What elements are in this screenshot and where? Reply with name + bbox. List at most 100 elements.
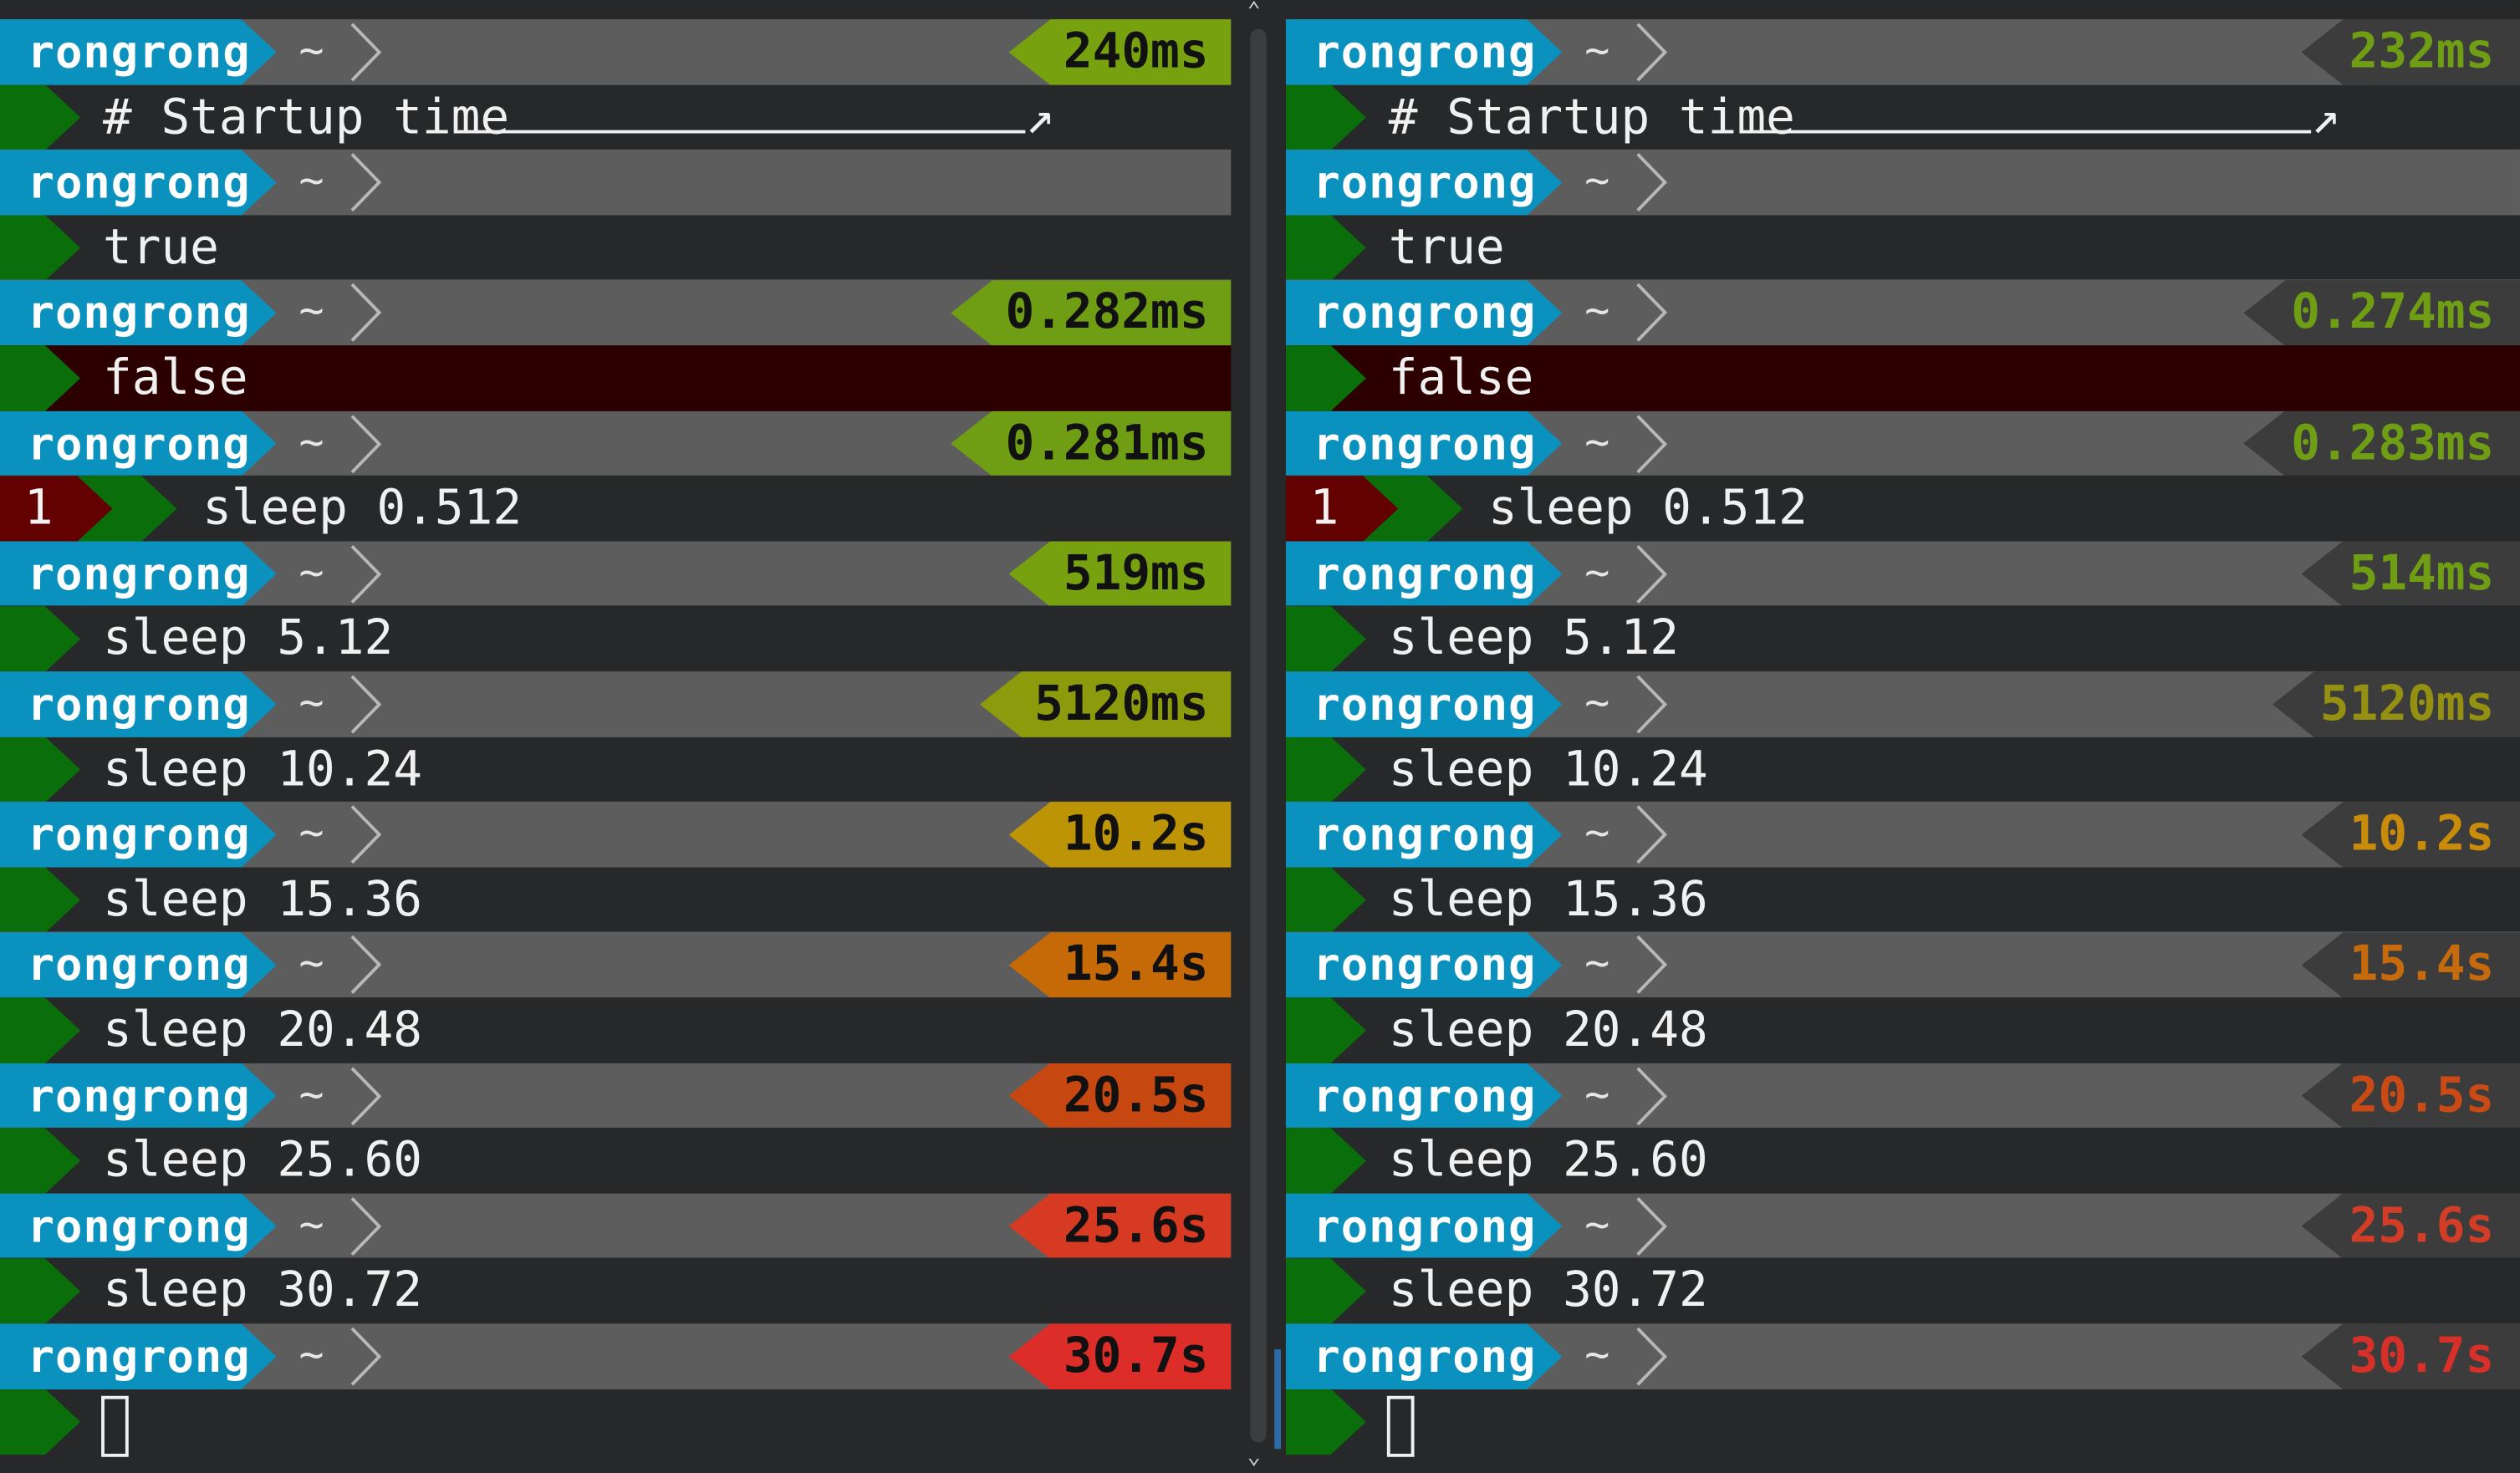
command-line: 1 sleep 0.512 [0,476,1232,542]
chevron-right-icon [1636,1327,1668,1386]
chevron-right-icon [350,935,382,995]
chevron-right-icon [1636,1196,1668,1256]
chevron-right-icon [350,805,382,864]
username: rongrong [27,1329,251,1384]
current-directory: ~ [1584,1331,1610,1380]
scroll-down-icon[interactable]: ⌄ [1247,1445,1261,1468]
current-directory: ~ [1584,418,1610,467]
terminal-pane-right[interactable]: rongrong ~232ms # Startup time ↗ rongrong ~ tr… [1285,19,2520,1473]
prompt-line: rongrong ~ [1285,150,2520,216]
command-text: # Startup time [103,89,510,146]
prompt-arrow-icon [0,736,81,803]
scroll-up-icon[interactable]: ⌃ [1247,0,1261,23]
chevron-right-icon [350,153,382,212]
current-directory: ~ [298,27,324,76]
command-line: sleep 15.36 [1285,867,2520,933]
prompt-line: rongrong ~20.5s [0,1063,1232,1129]
prompt-line: rongrong ~25.6s [1285,1193,2520,1260]
prompt-line: rongrong ~0.274ms [1285,280,2520,346]
chevron-right-icon [1636,675,1668,734]
command-text: sleep 30.72 [103,1263,422,1320]
prompt-line: rongrong ~ [0,150,1232,216]
duration-text: 5120ms [2319,675,2495,733]
exit-status-code: 1 [23,480,54,538]
command-line: 1 sleep 0.512 [1285,476,2520,542]
text-cursor[interactable] [101,1394,129,1457]
command-line: true [0,215,1232,281]
duration-badge: 240ms [1008,19,1232,85]
command-text: sleep 0.512 [1487,480,1808,538]
command-line: sleep 15.36 [0,867,1232,933]
current-directory: ~ [1584,679,1610,728]
command-line: true [1285,215,2520,281]
command-text: sleep 25.60 [1388,1133,1708,1190]
username: rongrong [27,547,251,601]
prompt-arrow-icon [1285,606,1366,672]
prompt-arrow-icon [1285,867,1366,933]
prompt-arrow-icon [1285,997,1366,1064]
prompt-line: rongrong ~0.282ms [0,280,1232,346]
chevron-right-icon [1636,414,1668,473]
command-line: sleep 30.72 [1285,1258,2520,1325]
current-directory: ~ [1584,288,1610,337]
username: rongrong [27,155,251,210]
prompt-line: rongrong ~15.4s [1285,932,2520,998]
prompt-line: rongrong ~240ms [0,19,1232,85]
username: rongrong [1313,808,1537,862]
current-directory: ~ [1584,157,1610,206]
command-text: false [1388,349,1534,407]
username: rongrong [27,1199,251,1253]
prompt-arrow-icon [1285,345,1366,411]
current-directory: ~ [1584,27,1610,76]
prompt-line: rongrong ~10.2s [1285,802,2520,868]
chevron-right-icon [1636,1066,1668,1125]
username: rongrong [1313,416,1537,471]
chevron-right-icon [1636,153,1668,212]
autosuggest-underline: ↗ [1742,84,2340,150]
username: rongrong [1313,1329,1537,1384]
terminal-window: rongrong ~240ms # Startup time ↗ rongrong ~ tr… [0,0,2520,1473]
command-line: sleep 25.60 [1285,1128,2520,1195]
current-directory: ~ [1584,1200,1610,1250]
prompt-line: rongrong ~519ms [0,541,1232,607]
current-directory: ~ [298,548,324,598]
command-text: sleep 10.24 [1388,741,1708,798]
command-text: # Startup time [1388,89,1795,146]
prompt-line: rongrong ~10.2s [0,802,1232,868]
scrollbar-thumb[interactable] [1274,1349,1281,1450]
prompt-arrow-icon [1285,1258,1366,1325]
duration-badge: 0.282ms [951,280,1232,346]
current-directory: ~ [298,1331,324,1380]
current-directory: ~ [298,157,324,206]
command-text: sleep 15.36 [1388,871,1708,929]
prompt-arrow-icon [1285,736,1366,803]
prompt-arrow-icon [0,1389,81,1455]
command-text: true [103,219,219,277]
prompt-arrow-icon [1285,1128,1366,1195]
username: rongrong [1313,1199,1537,1253]
chevron-right-icon [1636,544,1668,604]
chevron-right-icon [1636,283,1668,343]
username: rongrong [27,25,251,79]
scrollbar-track[interactable] [1250,28,1267,1443]
command-line: sleep 10.24 [1285,736,2520,803]
command-text: true [1388,219,1505,277]
prompt-arrow-icon [0,215,81,281]
terminal-pane-left[interactable]: rongrong ~240ms # Startup time ↗ rongrong ~ tr… [0,19,1232,1473]
username: rongrong [1313,286,1537,340]
current-directory: ~ [298,1200,324,1250]
current-directory: ~ [1584,940,1610,989]
chevron-right-icon [350,544,382,604]
username: rongrong [1313,25,1537,79]
command-text: sleep 20.48 [1388,1002,1708,1059]
chevron-right-icon [350,1196,382,1256]
autosuggest-underline: ↗ [456,84,1054,150]
current-directory: ~ [298,418,324,467]
username: rongrong [27,1068,251,1123]
current-directory: ~ [298,1070,324,1119]
username: rongrong [1313,1068,1537,1123]
duration-text: 514ms [2349,545,2495,603]
prompt-arrow-icon [0,1128,81,1195]
text-cursor[interactable] [1386,1394,1415,1457]
chevron-right-icon [1636,805,1668,864]
